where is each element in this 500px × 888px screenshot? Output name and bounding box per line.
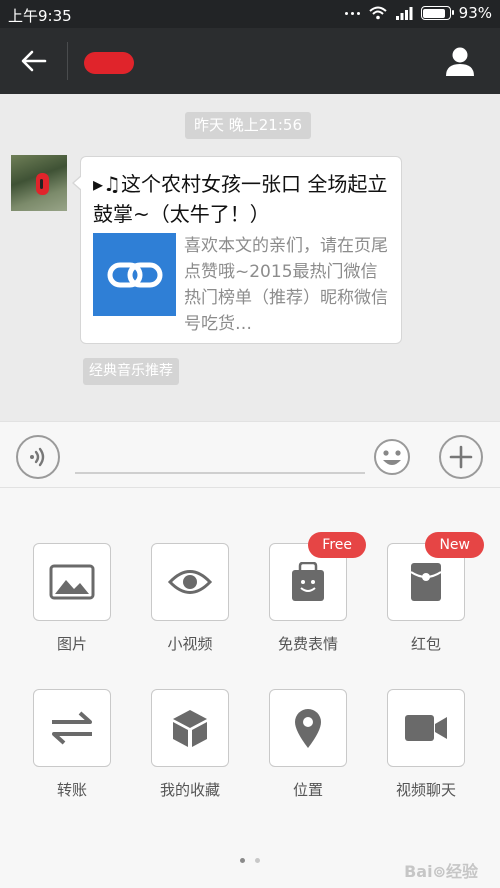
shared-link-title: ▸♫这个农村女孩一张口 全场起立鼓掌~（太牛了！） [93,172,388,226]
page-dot [240,858,245,863]
message-timestamp: 昨天 晚上21:56 [185,112,311,139]
new-badge: New [425,532,484,558]
signal-icon [395,7,413,20]
free-badge: Free [308,532,366,558]
chat-area[interactable]: 昨天 晚上21:56 ▸♫这个农村女孩一张口 全场起立鼓掌~（太牛了！） 喜欢本… [0,94,500,421]
panel-item-label: 我的收藏 [159,781,220,799]
panel-item-free-stickers-box[interactable]: Free [269,532,366,621]
panel-item-label: 红包 [410,635,441,653]
message-source-tag[interactable]: 经典音乐推荐 [83,358,179,385]
panel-item-label: 免费表情 [277,635,338,653]
panel-item-label: 图片 [56,635,87,653]
status-icons: 93% [344,4,492,22]
battery-icon [420,6,454,20]
input-bar [0,421,500,488]
message-text-input[interactable] [75,438,365,474]
favorites-box-icon [173,710,207,747]
sender-avatar[interactable] [11,155,67,211]
panel-item-photos[interactable]: 图片 [27,543,117,654]
panel-item-red-packet-box[interactable]: New [387,532,484,621]
page-indicator[interactable] [240,858,260,863]
page-dot [255,858,260,863]
panel-item-sight[interactable]: 小视频 [145,543,235,654]
panel-item-label: 转账 [56,781,87,799]
back-button[interactable] [14,44,54,78]
panel-item-label: 小视频 [167,635,213,653]
voice-icon [30,447,45,467]
panel-item-video-chat-box[interactable] [387,689,465,767]
function-panel: 图片 小视频 Free 免费表情 New 红包 转账 我的收藏 位置 视频聊天 … [0,488,500,888]
shared-link-thumbnail [93,233,176,316]
emoji-icon[interactable] [372,437,412,477]
panel-item-transfer[interactable]: 转账 [27,689,117,800]
panel-item-location-box[interactable] [269,689,347,767]
title-divider [67,42,68,80]
wifi-icon [368,6,387,20]
panel-item-sight-box[interactable] [151,543,229,621]
more-dots-icon [344,10,361,16]
status-time: 上午9:35 [8,7,72,25]
link-icon [107,262,162,287]
location-pin-icon [295,709,321,748]
eye-icon [168,570,212,594]
panel-item-favorites-box[interactable] [151,689,229,767]
transfer-icon [52,711,92,745]
battery-percent: 93% [458,4,492,22]
profile-icon [446,47,474,76]
panel-item-red-packet[interactable]: New 红包 [381,532,484,654]
shared-link-description: 喜欢本文的亲们，请在页尾点赞哦~2015最热门微信热门榜单（推荐）昵称微信号吃货… [184,236,388,334]
panel-item-free-stickers[interactable]: Free 免费表情 [263,532,366,654]
red-packet-icon [410,563,442,601]
more-functions-button[interactable] [439,435,483,479]
panel-item-transfer-box[interactable] [33,689,111,767]
image-icon [49,564,95,600]
sticker-icon [292,562,324,601]
plus-icon [449,445,473,469]
watermark-logo: Bai⊚经验 [404,862,478,881]
back-arrow-icon [21,50,47,72]
status-bar: 上午9:35 93% [0,0,500,28]
panel-item-location[interactable]: 位置 [263,689,353,800]
chat-profile-button[interactable] [440,42,480,80]
shared-link-message[interactable]: ▸♫这个农村女孩一张口 全场起立鼓掌~（太牛了！） 喜欢本文的亲们，请在页尾点赞… [72,156,402,344]
voice-input-button[interactable] [16,435,60,479]
contact-name-redacted [84,52,134,74]
panel-item-photos-box[interactable] [33,543,111,621]
title-bar [0,28,500,94]
panel-item-label: 视频聊天 [395,781,456,799]
video-camera-icon [405,715,447,741]
panel-item-label: 位置 [292,781,323,799]
panel-item-favorites[interactable]: 我的收藏 [145,689,235,800]
panel-item-video-chat[interactable]: 视频聊天 [381,689,471,800]
